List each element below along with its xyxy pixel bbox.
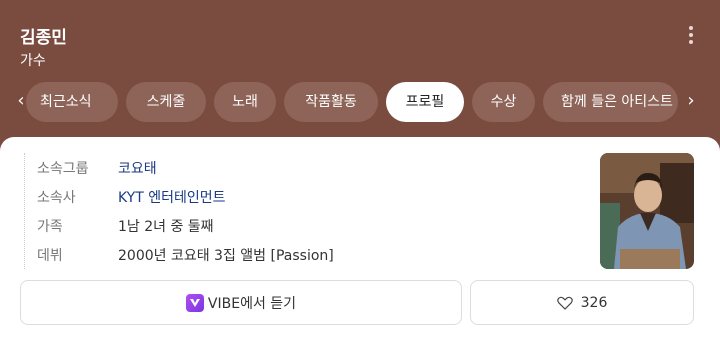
artist-occupation: 가수: [20, 53, 46, 69]
tab-awards[interactable]: 수상: [472, 82, 535, 122]
row-label: 데뷔: [37, 247, 63, 264]
vibe-logo-icon: [185, 293, 204, 312]
profile-row-debut: 데뷔 2000년 코요태 3집 앨범 [Passion]: [37, 240, 334, 269]
scroll-left-chevron-icon[interactable]: ‹: [8, 82, 34, 122]
profile-card: 소속그룹 코요태 소속사 KYT 엔터테인먼트 가족 1남 2녀 중 둘째 데뷔…: [0, 137, 720, 345]
profile-row-group: 소속그룹 코요태: [37, 153, 334, 182]
like-button[interactable]: 326: [470, 280, 694, 325]
agency-link[interactable]: KYT 엔터테인먼트: [118, 187, 226, 207]
scroll-right-chevron-icon[interactable]: ›: [678, 82, 704, 122]
group-link[interactable]: 코요태: [118, 158, 157, 178]
row-value: 1남 2녀 중 둘째: [118, 218, 214, 235]
heart-icon: [556, 296, 573, 310]
row-label: 가족: [37, 218, 63, 235]
profile-info-list: 소속그룹 코요태 소속사 KYT 엔터테인먼트 가족 1남 2녀 중 둘째 데뷔…: [24, 153, 334, 269]
row-label: 소속사: [37, 189, 76, 206]
tab-bar: 최근소식 스케줄 노래 작품활동 프로필 수상 함께 들은 아티스트 ‹ ›: [0, 82, 720, 122]
tab-recent-news[interactable]: 최근소식: [26, 82, 118, 122]
tab-songs[interactable]: 노래: [214, 82, 276, 122]
artist-name: 김종민: [20, 28, 67, 48]
tab-schedule[interactable]: 스케줄: [126, 82, 206, 122]
profile-row-agency: 소속사 KYT 엔터테인먼트: [37, 182, 334, 211]
artist-header: 김종민 가수 최근소식 스케줄 노래 작품활동 프로필 수상 함께 들은 아티스…: [0, 0, 720, 150]
like-count: 326: [580, 294, 608, 311]
tab-related-artists[interactable]: 함께 들은 아티스트: [543, 82, 678, 122]
artist-photo[interactable]: [600, 153, 694, 269]
tab-profile[interactable]: 프로필: [386, 82, 464, 122]
vibe-listen-label: VIBE에서 듣기: [207, 295, 297, 312]
row-value: 2000년 코요태 3집 앨범 [Passion]: [118, 247, 334, 264]
vibe-listen-button[interactable]: VIBE에서 듣기: [20, 280, 462, 325]
tab-works[interactable]: 작품활동: [284, 82, 378, 122]
row-label: 소속그룹: [37, 160, 89, 177]
profile-row-family: 가족 1남 2녀 중 둘째: [37, 211, 334, 240]
more-options-icon[interactable]: [684, 24, 698, 46]
